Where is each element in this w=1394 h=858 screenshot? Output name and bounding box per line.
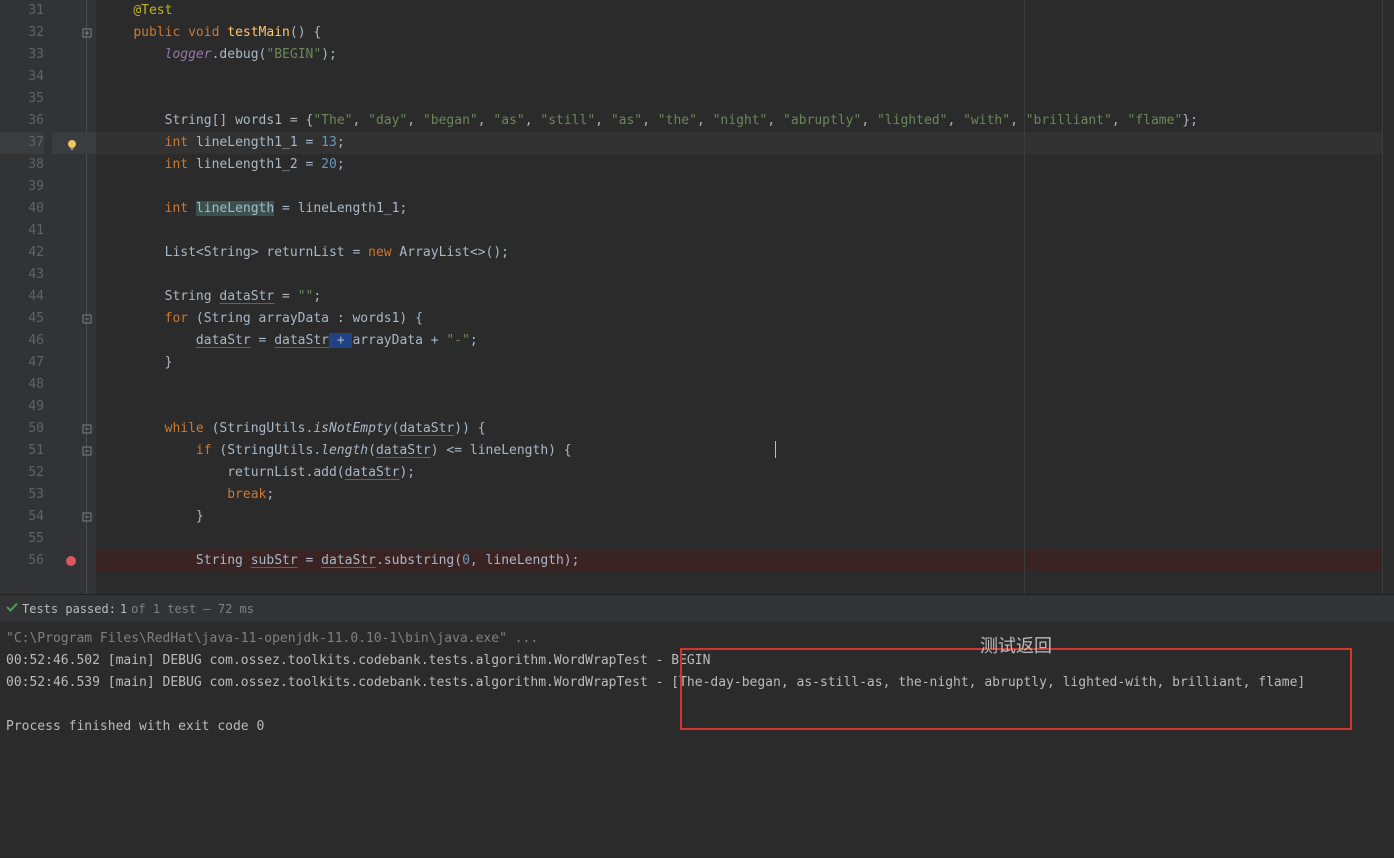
code-body[interactable]: @Test public void testMain() { logger.de… (96, 0, 1382, 594)
test-status-bar: Tests passed: 1 of 1 test – 72 ms (0, 594, 1394, 622)
console-cmd-line: "C:\Program Files\RedHat\java-11-openjdk… (6, 628, 1388, 650)
tests-of-text: of 1 test – 72 ms (131, 602, 254, 616)
tests-passed-count: 1 (120, 602, 127, 616)
text-caret (775, 441, 776, 458)
right-margin-line (1024, 0, 1025, 594)
editor-scrollbar[interactable] (1382, 0, 1394, 594)
console-log-line-1: 00:52:46.502 [main] DEBUG com.ossez.tool… (6, 650, 1388, 672)
console-blank (6, 694, 1388, 716)
console-log-line-2: 00:52:46.539 [main] DEBUG com.ossez.tool… (6, 672, 1388, 694)
gutter-numbers[interactable]: 3132333435363738394041424344454647484950… (0, 0, 52, 594)
gutter-icons[interactable] (52, 0, 96, 594)
console-exit-line: Process finished with exit code 0 (6, 716, 1388, 738)
code-editor[interactable]: 3132333435363738394041424344454647484950… (0, 0, 1394, 594)
tests-passed-label: Tests passed: (22, 602, 116, 616)
console-panel[interactable]: 测试返回 "C:\Program Files\RedHat\java-11-op… (0, 622, 1394, 858)
check-icon (6, 601, 18, 616)
breakpoint-icon (66, 556, 76, 566)
